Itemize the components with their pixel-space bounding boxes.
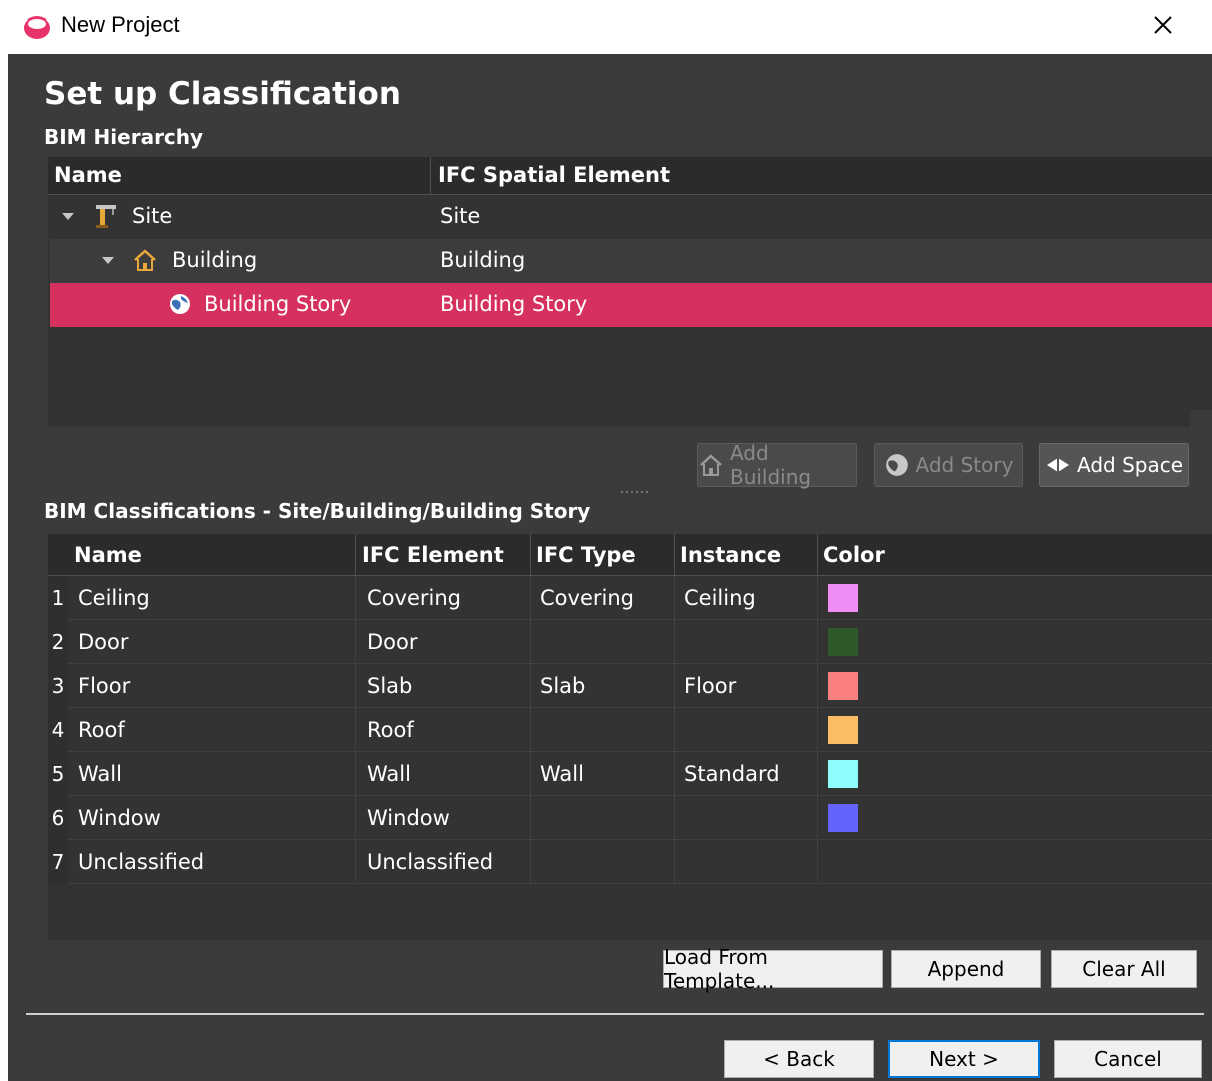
tree-col-name[interactable]: Name [54,163,122,187]
page-title: Set up Classification [44,76,401,112]
cell-ifc-type[interactable]: Slab [540,674,585,698]
tree-name: Building Story [204,292,352,316]
color-swatch[interactable] [828,584,858,612]
cell-name[interactable]: Roof [78,718,125,742]
hierarchy-tree: Name IFC Spatial Element Site Site Build… [48,157,1212,427]
color-swatch[interactable] [828,672,858,700]
add-story-button[interactable]: Add Story [874,443,1023,487]
clear-all-button[interactable]: Clear All [1051,950,1197,988]
table-row[interactable]: 7 Unclassified Unclassified [48,840,1212,884]
append-label: Append [927,957,1005,981]
window-title: New Project [61,12,180,37]
row-number: 5 [48,752,68,796]
tree-header: Name IFC Spatial Element [48,157,1212,195]
cell-ifc-element[interactable]: Roof [367,718,414,742]
building-house-icon [700,454,722,476]
add-building-label: Add Building [729,441,812,489]
tree-name: Building [172,248,258,272]
cell-ifc-element[interactable]: Door [367,630,418,654]
grid-col-name[interactable]: Name [74,543,142,567]
story-globe-icon [170,294,190,314]
row-number: 6 [48,796,68,840]
add-space-label: Add Space [1076,453,1184,477]
row-number: 1 [48,576,68,620]
color-swatch[interactable] [828,628,858,656]
tree-row-building[interactable]: Building Building [50,239,1212,283]
grid-header: Name IFC Element IFC Type Instance Color [48,534,1212,576]
cell-instance[interactable]: Standard [684,762,780,786]
grid-col-instance[interactable]: Instance [680,543,781,567]
grid-col-ifc-element[interactable]: IFC Element [362,543,504,567]
story-globe-icon [885,454,908,476]
back-button[interactable]: < Back [724,1040,874,1078]
classification-grid: Name IFC Element IFC Type Instance Color… [48,534,1212,940]
building-house-icon [134,249,156,271]
cell-name[interactable]: Floor [78,674,130,698]
tree-col-ifc-spatial[interactable]: IFC Spatial Element [438,163,670,187]
row-number: 3 [48,664,68,708]
add-building-button[interactable]: Add Building [697,441,857,489]
cancel-button[interactable]: Cancel [1054,1040,1202,1078]
row-number: 2 [48,620,68,664]
color-swatch[interactable] [828,760,858,788]
cancel-label: Cancel [1094,1047,1162,1071]
footer-divider [26,1013,1204,1015]
cell-name[interactable]: Window [78,806,161,830]
tree-ifc: Building [440,248,526,272]
add-story-label: Add Story [915,453,1014,477]
space-box-icon [1046,458,1069,472]
next-button[interactable]: Next > [888,1040,1040,1078]
cell-instance[interactable]: Floor [684,674,736,698]
color-swatch[interactable] [828,804,858,832]
cell-ifc-element[interactable]: Slab [367,674,412,698]
cell-name[interactable]: Wall [78,762,122,786]
cell-ifc-element[interactable]: Covering [367,586,461,610]
title-bar: New Project [0,0,1212,54]
append-button[interactable]: Append [891,950,1041,988]
table-row[interactable]: 5 Wall Wall Wall Standard [48,752,1212,796]
load-from-template-button[interactable]: Load From Template... [663,945,883,993]
tree-row-building-story[interactable]: Building Story Building Story [50,283,1212,327]
row-number: 7 [48,840,68,884]
table-row[interactable]: 1 Ceiling Covering Covering Ceiling [48,576,1212,620]
tree-row-site[interactable]: Site Site [50,195,1212,239]
grid-col-color[interactable]: Color [823,543,885,567]
tree-ifc: Building Story [440,292,588,316]
tree-name: Site [132,204,173,228]
app-logo-icon [24,16,50,39]
close-icon[interactable] [1148,10,1178,40]
load-from-template-label: Load From Template... [664,945,775,993]
bim-hierarchy-label: BIM Hierarchy [44,125,204,149]
cell-ifc-element[interactable]: Wall [367,762,411,786]
color-swatch[interactable] [828,716,858,744]
splitter-handle[interactable] [620,490,652,494]
add-space-button[interactable]: Add Space [1039,443,1189,487]
site-crane-icon [96,205,116,228]
next-label: Next > [929,1047,999,1071]
clear-all-label: Clear All [1082,957,1166,981]
grid-col-ifc-type[interactable]: IFC Type [536,543,636,567]
cell-name[interactable]: Ceiling [78,586,150,610]
cell-name[interactable]: Unclassified [78,850,204,874]
table-row[interactable]: 4 Roof Roof [48,708,1212,752]
table-row[interactable]: 6 Window Window [48,796,1212,840]
cell-ifc-type[interactable]: Wall [540,762,584,786]
row-number: 4 [48,708,68,752]
table-row[interactable]: 2 Door Door [48,620,1212,664]
expand-arrow-icon[interactable] [62,213,74,220]
cell-ifc-element[interactable]: Window [367,806,450,830]
bim-classifications-label: BIM Classifications - Site/Building/Buil… [44,499,591,523]
tree-ifc: Site [440,204,481,228]
cell-ifc-element[interactable]: Unclassified [367,850,493,874]
cell-name[interactable]: Door [78,630,129,654]
table-row[interactable]: 3 Floor Slab Slab Floor [48,664,1212,708]
back-label: < Back [763,1047,835,1071]
cell-instance[interactable]: Ceiling [684,586,756,610]
expand-arrow-icon[interactable] [102,257,114,264]
tree-scroll-corner [1190,410,1212,428]
cell-ifc-type[interactable]: Covering [540,586,634,610]
